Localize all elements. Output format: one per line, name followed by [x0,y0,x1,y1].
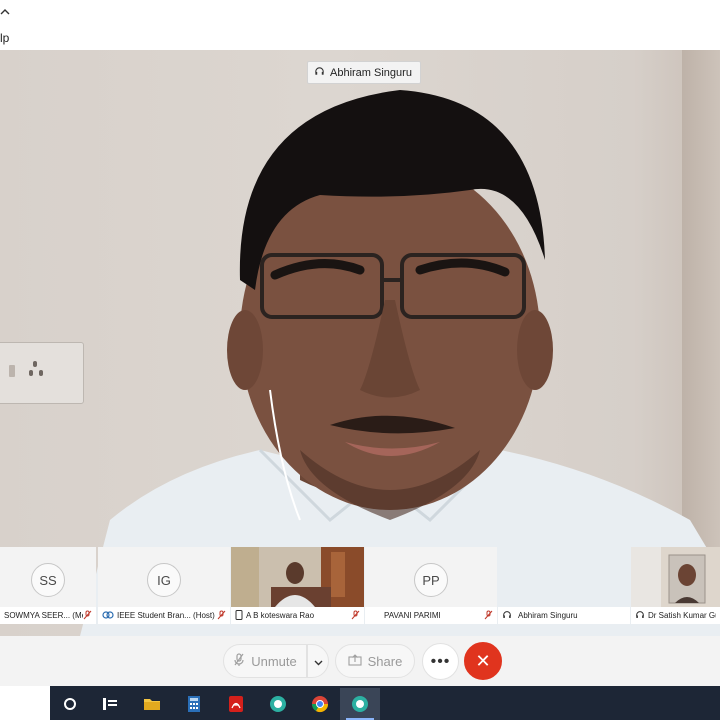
unmute-button[interactable]: Unmute [223,644,307,678]
file-explorer-icon[interactable] [132,688,172,720]
participant-namebar: Dr Satish Kumar Gu [631,607,720,624]
meeting-app-active-icon[interactable] [340,688,380,720]
participant-namebar: PAVANI PARIMI [365,607,497,624]
help-menu[interactable]: lp [0,31,9,45]
participant-namebar: IEEE Student Bran... (Host) [98,607,230,624]
avatar: SS [31,563,65,597]
participant-video [631,547,720,607]
participant-tile[interactable]: PP PAVANI PARIMI [365,547,497,624]
participant-tile[interactable]: A B koteswara Rao [231,547,364,624]
participant-tile[interactable]: SS SOWMYA SEER... (Me) [0,547,96,624]
taskbar-spacer [0,686,50,720]
active-speaker-name: Abhiram Singuru [330,66,412,79]
chevron-up-icon[interactable] [0,4,10,19]
more-options-button[interactable]: ••• [422,643,459,680]
headset-icon [314,66,325,80]
participant-name: A B koteswara Rao [246,611,315,620]
end-call-button[interactable]: ✕ [464,642,502,680]
avatar: IG [147,563,181,597]
acrobat-icon[interactable] [216,688,256,720]
unmute-label: Unmute [251,653,297,669]
chevron-down-icon [314,654,323,669]
participant-tile[interactable]: IG IEEE Student Bran... (Host) [98,547,230,624]
headset-icon [502,610,512,622]
meeting-window: lp Abhiram Singuru SS SOWMYA SEER... (Me… [0,0,720,720]
task-view-icon[interactable] [90,688,130,720]
share-icon [348,653,362,669]
windows-taskbar [50,686,720,720]
participant-tile[interactable]: Dr Satish Kumar Gu [631,547,720,624]
active-speaker-tag: Abhiram Singuru [307,61,421,84]
mic-muted-icon [217,610,226,622]
title-bar: lp [0,0,720,50]
share-button[interactable]: Share [335,644,415,678]
meeting-app-icon[interactable] [258,688,298,720]
mic-muted-icon [351,610,360,622]
headset-icon [635,610,645,622]
participant-name: SOWMYA SEER... (Me) [4,611,83,620]
participant-namebar: Abhiram Singuru [498,607,630,624]
host-icon [102,610,114,622]
mic-muted-icon [233,652,245,670]
participant-name: IEEE Student Bran... (Host) [117,611,215,620]
cortana-icon[interactable] [50,688,90,720]
chrome-icon[interactable] [300,688,340,720]
participant-video [231,547,364,607]
participant-name: Abhiram Singuru [518,611,578,620]
mic-muted-icon [83,610,92,622]
calculator-icon[interactable] [174,688,214,720]
mic-muted-icon [484,610,493,622]
participant-strip: SS SOWMYA SEER... (Me) IG IEEE Student B… [0,547,720,624]
audio-options-button[interactable] [307,644,329,678]
share-label: Share [367,653,403,669]
avatar: PP [414,563,448,597]
participant-name: Dr Satish Kumar Gu [648,611,716,620]
meeting-controls: Unmute Share ••• ✕ [0,636,720,686]
phone-icon [235,609,243,622]
participant-namebar: SOWMYA SEER... (Me) [0,607,96,624]
participant-namebar: A B koteswara Rao [231,607,364,624]
participant-name: PAVANI PARIMI [384,611,441,620]
participant-tile[interactable]: Abhiram Singuru [498,547,630,624]
